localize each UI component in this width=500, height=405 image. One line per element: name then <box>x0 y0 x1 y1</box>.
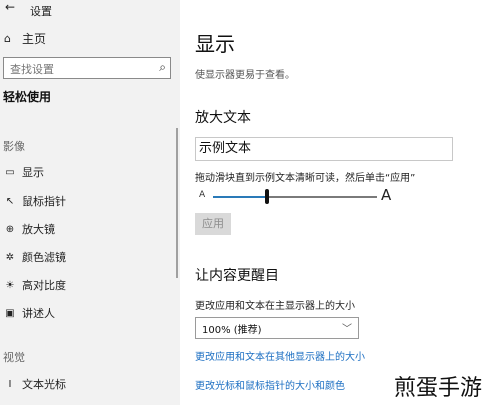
sidebar-item-magnifier[interactable]: ⊕ 放大镜 <box>0 219 176 239</box>
chevron-down-icon: ﹀ <box>342 324 352 335</box>
text-cursor-icon: I <box>8 378 12 390</box>
sidebar-item-label: 放大镜 <box>22 223 55 236</box>
slider-thumb[interactable] <box>265 189 270 204</box>
mouse-pointer-icon: ↖ <box>5 195 15 207</box>
search-icon[interactable]: ⌕ <box>159 60 166 75</box>
sample-text-preview: 示例文本 <box>195 137 453 161</box>
sidebar-section-title: 轻松使用 <box>3 90 52 104</box>
sidebar: ← 设置 ⌂ 主页 ⌕ 轻松使用 影像 ▭ 显示 ↖ 鼠标指针 ⊕ 放大镜 ✲ … <box>0 0 180 405</box>
sidebar-item-narrator[interactable]: ▣ 讲述人 <box>0 303 176 323</box>
text-size-slider[interactable]: A A <box>195 186 395 208</box>
search-input[interactable] <box>8 59 152 80</box>
page-description: 使显示器更易于查看。 <box>195 70 295 81</box>
home-label: 主页 <box>22 31 47 46</box>
sidebar-item-text-cursor[interactable]: I 文本光标 <box>0 374 176 394</box>
sidebar-item-high-contrast[interactable]: ☀ 高对比度 <box>0 275 176 295</box>
narrator-icon: ▣ <box>5 307 15 319</box>
back-arrow-icon[interactable]: ← <box>5 0 15 14</box>
slider-large-a-label: A <box>381 186 392 204</box>
watermark: 煎蛋手游 <box>394 376 483 401</box>
sidebar-group-hearing: 视觉 <box>3 351 25 364</box>
color-filter-icon: ✲ <box>5 251 15 263</box>
sidebar-item-label: 显示 <box>22 166 44 179</box>
slider-small-a-label: A <box>199 190 206 200</box>
make-content-bigger-heading: 让内容更醒目 <box>195 268 279 284</box>
home-icon: ⌂ <box>4 31 11 45</box>
home-nav-item[interactable]: ⌂ 主页 <box>0 28 180 48</box>
scale-label: 更改应用和文本在主显示器上的大小 <box>195 301 355 312</box>
display-icon: ▭ <box>5 166 15 178</box>
sidebar-group-vision: 影像 <box>3 140 25 153</box>
main-content: 显示 使显示器更易于查看。 放大文本 示例文本 拖动滑块直到示例文本清晰可读，然… <box>180 0 500 405</box>
page-title: 显示 <box>195 32 235 56</box>
scale-dropdown[interactable]: 100% (推荐) ﹀ <box>195 317 359 339</box>
sidebar-item-label: 鼠标指针 <box>22 195 66 208</box>
sidebar-item-label: 颜色滤镜 <box>22 251 66 264</box>
sidebar-item-label: 文本光标 <box>22 378 66 391</box>
sidebar-item-label: 高对比度 <box>22 279 66 292</box>
slider-hint-text: 拖动滑块直到示例文本清晰可读，然后单击“应用” <box>195 173 416 184</box>
link-other-displays[interactable]: 更改应用和文本在其他显示器上的大小 <box>195 348 365 363</box>
scale-dropdown-value: 100% (推荐) <box>202 325 262 336</box>
app-title: 设置 <box>30 5 52 18</box>
slider-track-filled <box>213 196 268 198</box>
magnifier-icon: ⊕ <box>5 223 15 235</box>
link-cursor-pointer-size[interactable]: 更改光标和鼠标指针的大小和颜色 <box>195 377 345 392</box>
apply-button[interactable]: 应用 <box>195 213 231 235</box>
title-bar: ← 设置 <box>0 0 180 20</box>
slider-track[interactable] <box>267 196 377 198</box>
sidebar-item-display[interactable]: ▭ 显示 <box>0 162 176 182</box>
enlarge-text-heading: 放大文本 <box>195 110 251 126</box>
high-contrast-icon: ☀ <box>5 279 15 291</box>
sidebar-item-label: 讲述人 <box>22 307 55 320</box>
settings-search-box[interactable]: ⌕ <box>3 57 171 80</box>
sidebar-item-color-filters[interactable]: ✲ 颜色滤镜 <box>0 247 176 267</box>
sidebar-item-mouse-pointer[interactable]: ↖ 鼠标指针 <box>0 191 176 211</box>
sidebar-scrollbar[interactable] <box>176 128 178 278</box>
